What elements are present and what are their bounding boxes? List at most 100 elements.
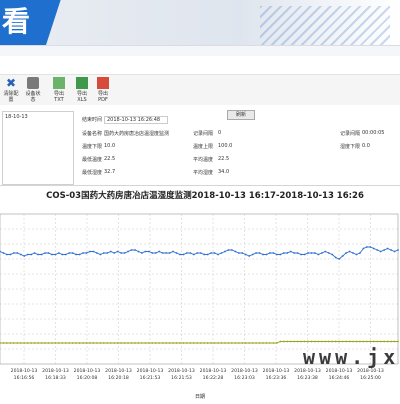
x-tick-date: 2018-10-13	[42, 368, 69, 374]
device-icon	[27, 77, 39, 89]
data-point	[338, 258, 341, 260]
export-xls-label: 导出XLS	[76, 91, 87, 103]
data-point	[279, 340, 282, 343]
data-point	[78, 253, 81, 256]
data-point	[317, 340, 320, 343]
data-point	[314, 340, 316, 343]
data-point	[54, 253, 57, 256]
data-point	[379, 340, 382, 343]
data-point	[26, 253, 29, 256]
data-point	[217, 253, 219, 256]
data-point	[331, 253, 334, 256]
device-status-button[interactable]: 设备状态	[24, 77, 42, 103]
data-point	[179, 342, 181, 344]
data-point	[341, 255, 344, 257]
data-point	[0, 342, 1, 344]
date-list-box[interactable]: 18-10-13	[2, 111, 74, 185]
data-point	[54, 342, 57, 344]
data-point	[265, 253, 268, 256]
clear-config-button[interactable]: ✖ 清除配置	[2, 77, 20, 103]
data-point	[359, 340, 361, 343]
data-point	[244, 342, 247, 344]
data-point	[348, 250, 351, 253]
toolbar: ✖ 清除配置 设备状态 导出TXT 导出XLS 导出PDF	[0, 74, 400, 106]
temp-lower-label: 温度下限	[82, 144, 103, 150]
min-hum-label: 最低湿度	[82, 170, 103, 176]
data-point	[161, 252, 164, 254]
data-point	[324, 250, 327, 253]
data-point	[275, 342, 278, 344]
data-point	[203, 253, 206, 256]
data-point	[310, 340, 313, 343]
x-tick-time: 16:16:56	[14, 375, 35, 381]
data-point	[144, 250, 147, 253]
chart-x-label: 日期	[195, 394, 205, 400]
data-point	[99, 253, 102, 256]
x-tick-date: 2018-10-13	[168, 368, 195, 374]
data-point	[96, 252, 98, 254]
data-point	[154, 342, 157, 344]
data-point	[296, 252, 299, 254]
x-tick-time: 16:25:00	[360, 375, 381, 381]
data-point	[362, 247, 365, 250]
data-point	[189, 252, 192, 254]
data-point	[224, 250, 226, 253]
data-point	[213, 252, 216, 254]
refresh-button[interactable]: 刷新	[227, 110, 255, 120]
data-point	[189, 342, 192, 344]
x-tick-time: 16:24:46	[329, 375, 350, 381]
data-point	[40, 253, 43, 256]
export-pdf-button[interactable]: 导出PDF	[94, 77, 112, 103]
record-interval-value: 0	[218, 130, 222, 136]
temp-upper-value: 100.0	[218, 143, 233, 149]
data-point	[217, 342, 219, 344]
data-point	[19, 342, 22, 344]
data-point	[365, 246, 368, 248]
data-point	[262, 342, 264, 344]
data-point	[64, 253, 67, 256]
data-point	[30, 342, 33, 344]
data-point	[75, 342, 78, 344]
data-point	[230, 342, 233, 344]
x-tick-date: 2018-10-13	[11, 368, 38, 374]
data-point	[386, 340, 389, 343]
data-point	[185, 252, 188, 254]
data-point	[275, 253, 278, 256]
data-point	[334, 340, 337, 343]
x-tick-time: 16:23:38	[297, 375, 318, 381]
data-point	[85, 342, 88, 344]
data-point	[44, 252, 46, 254]
info-panel: 18-10-13 结束时间 2018-10-13 16:26:48 设备名称 国…	[0, 105, 400, 186]
export-xls-button[interactable]: 导出XLS	[73, 77, 91, 103]
data-point	[390, 249, 392, 251]
data-point	[161, 342, 164, 344]
data-point	[92, 250, 95, 253]
export-txt-button[interactable]: 导出TXT	[50, 77, 68, 103]
data-point	[300, 253, 302, 256]
data-point	[172, 342, 174, 344]
data-point	[251, 253, 254, 256]
temp-lower-value: 10.0	[104, 143, 116, 149]
data-point	[12, 252, 15, 254]
data-point	[213, 342, 216, 344]
x-tick-time: 16:23:03	[234, 375, 255, 381]
record-interval-label: 记录间隔	[193, 131, 214, 137]
end-time-input[interactable]: 2018-10-13 16:26:48	[104, 116, 168, 124]
data-point	[345, 340, 347, 343]
data-point	[352, 252, 354, 254]
device-name-label: 设备名称	[82, 131, 103, 137]
data-point	[96, 342, 98, 344]
data-point	[175, 342, 178, 344]
data-point	[64, 342, 67, 344]
data-point	[141, 342, 143, 344]
data-point	[9, 342, 12, 344]
data-point	[9, 253, 12, 256]
data-point	[16, 252, 19, 254]
data-point	[331, 340, 334, 343]
data-point	[33, 342, 36, 344]
data-point	[134, 249, 136, 251]
data-point	[303, 340, 306, 343]
data-point	[61, 253, 64, 256]
data-point	[320, 252, 323, 254]
data-point	[314, 252, 316, 254]
